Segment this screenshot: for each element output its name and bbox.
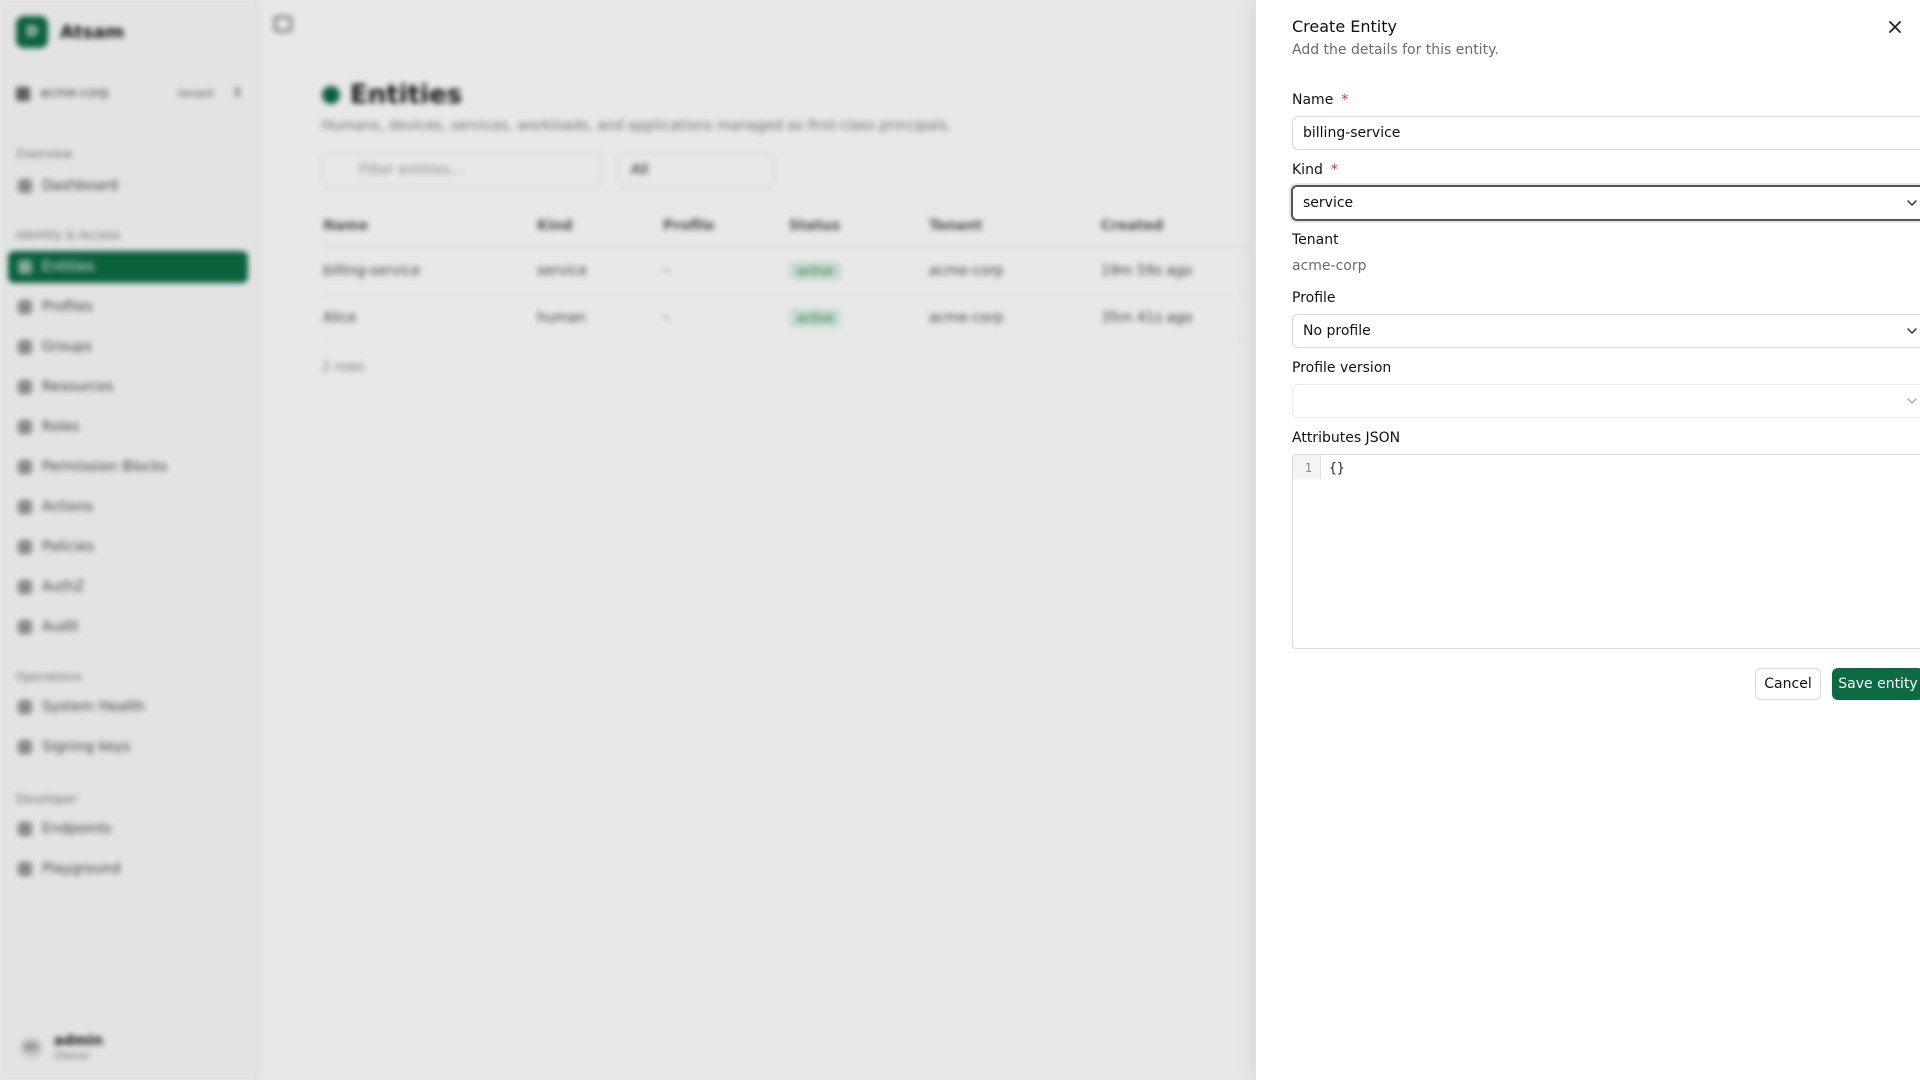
kind-select-value: service [1303,195,1354,211]
close-icon [1889,21,1901,33]
profile-select-value: No profile [1303,323,1371,339]
profile-select[interactable]: No profile [1292,314,1920,348]
line-number: 1 [1293,455,1321,479]
drawer-description: Add the details for this entity. [1292,42,1499,58]
name-field[interactable] [1292,116,1920,150]
kind-label: Kind * [1292,162,1338,178]
name-label: Name * [1292,92,1348,108]
save-entity-button[interactable]: Save entity [1832,668,1920,700]
kind-label-text: Kind [1292,162,1323,178]
cancel-button[interactable]: Cancel [1755,668,1821,700]
chevron-down-icon [1907,200,1917,206]
kind-select[interactable]: service [1291,185,1920,221]
chevron-down-icon [1907,328,1917,334]
tenant-label: Tenant [1292,232,1339,248]
required-marker: * [1330,162,1338,178]
chevron-down-icon [1907,398,1917,404]
profile-label: Profile [1292,290,1336,306]
name-label-text: Name [1292,92,1334,108]
drawer-title: Create Entity [1292,17,1397,36]
editor-code[interactable]: {} [1321,455,1353,648]
create-entity-drawer: Create Entity Add the details for this e… [1255,0,1920,1080]
required-marker: * [1341,92,1349,108]
close-button[interactable] [1884,16,1906,38]
name-input[interactable] [1293,117,1920,149]
attributes-json-editor[interactable]: 1 {} [1292,454,1920,649]
tenant-value: acme-corp [1292,258,1367,274]
profile-version-select[interactable] [1292,384,1920,418]
profile-version-label: Profile version [1292,360,1392,376]
attributes-label: Attributes JSON [1292,430,1401,446]
